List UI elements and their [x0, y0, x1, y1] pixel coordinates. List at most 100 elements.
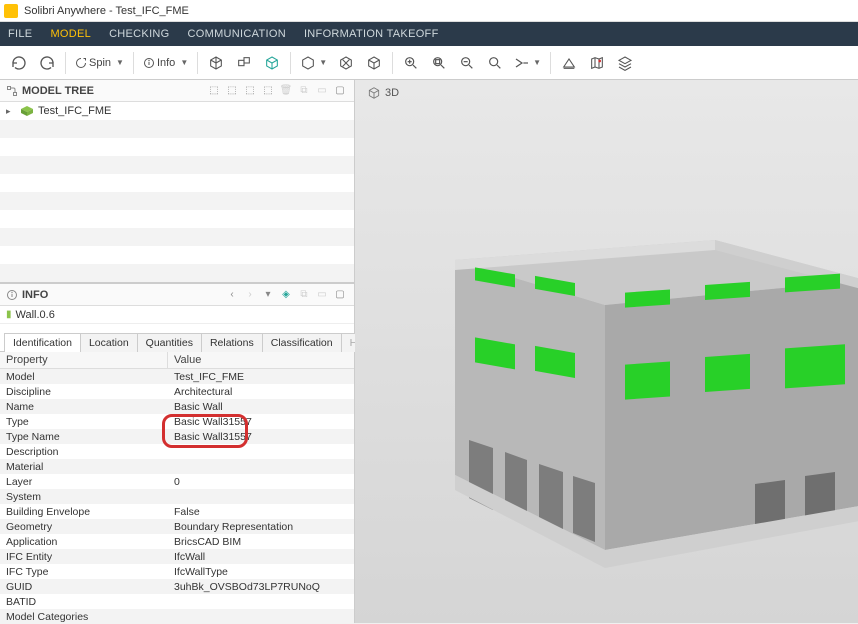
property-row[interactable]: BATID — [0, 594, 354, 609]
tree-node-root[interactable]: ▸ Test_IFC_FME — [0, 102, 354, 120]
property-value: IfcWall — [168, 551, 354, 563]
property-row[interactable]: IFC EntityIfcWall — [0, 549, 354, 564]
model-tree-content[interactable]: ▸ Test_IFC_FME — [0, 102, 354, 282]
toolbar-separator — [133, 52, 134, 74]
section-icon[interactable] — [556, 50, 582, 76]
zoom-window-icon[interactable] — [482, 50, 508, 76]
toolbar-separator — [392, 52, 393, 74]
toolbar-separator — [65, 52, 66, 74]
property-value: 0 — [168, 476, 354, 488]
wireframe-icon[interactable] — [361, 50, 387, 76]
property-value: Boundary Representation — [168, 521, 354, 533]
trash-icon[interactable]: 🗑 — [278, 83, 294, 99]
property-name: BATID — [0, 596, 168, 608]
toolbar-separator — [197, 52, 198, 74]
tree-btn-2[interactable]: ⬚ — [224, 83, 240, 99]
viewport-3d[interactable]: 3D — [355, 80, 858, 623]
spin-label: Spin — [89, 57, 111, 69]
info-selected-row: ▮ Wall.0.6 — [0, 306, 354, 324]
info-selected-label: Wall.0.6 — [16, 309, 55, 321]
window-icon[interactable]: ▭ — [314, 83, 330, 99]
property-row[interactable]: ModelTest_IFC_FME — [0, 369, 354, 384]
info-panel: INFO ‹ › ▾ ◈ ⧉ ▭ ▢ ▮ Wall.0.6 Identifica… — [0, 283, 354, 624]
tab-identification[interactable]: Identification — [4, 333, 81, 352]
cube-select-icon[interactable] — [203, 50, 229, 76]
copy-icon[interactable]: ⧉ — [296, 287, 312, 303]
chevron-down-icon: ▼ — [319, 58, 327, 67]
model-icon — [20, 105, 34, 117]
map-icon[interactable] — [584, 50, 610, 76]
model-tree-toolbar: ⬚ ⬚ ⬚ ⬚ 🗑 ⧉ ▭ ▢ — [206, 83, 348, 99]
menu-checking[interactable]: CHECKING — [109, 28, 169, 40]
app-icon — [4, 4, 18, 18]
property-name: Type — [0, 416, 168, 428]
menu-information-takeoff[interactable]: INFORMATION TAKEOFF — [304, 28, 439, 40]
expand-icon[interactable]: ▸ — [6, 106, 16, 117]
cube-cross-icon[interactable] — [333, 50, 359, 76]
tree-btn-4[interactable]: ⬚ — [260, 83, 276, 99]
chevron-down-icon[interactable]: ▾ — [260, 287, 276, 303]
copy-icon[interactable]: ⧉ — [296, 83, 312, 99]
viewport-title-bar: 3D — [367, 86, 399, 100]
property-table[interactable]: Property Value ModelTest_IFC_FMEDiscipli… — [0, 352, 354, 624]
tab-relations[interactable]: Relations — [201, 333, 263, 352]
property-value: Test_IFC_FME — [168, 371, 354, 383]
menu-communication[interactable]: COMMUNICATION — [188, 28, 286, 40]
property-row[interactable]: Description — [0, 444, 354, 459]
tab-quantities[interactable]: Quantities — [137, 333, 202, 352]
chevron-down-icon: ▼ — [180, 58, 188, 67]
cube-teal-icon[interactable] — [259, 50, 285, 76]
property-name: IFC Type — [0, 566, 168, 578]
cube-green-icon[interactable]: ◈ — [278, 287, 294, 303]
layers-icon[interactable] — [612, 50, 638, 76]
info-title: INFO — [22, 289, 220, 301]
property-name: Building Envelope — [0, 506, 168, 518]
menu-bar: FILE MODEL CHECKING COMMUNICATION INFORM… — [0, 22, 858, 46]
cubes-icon[interactable] — [231, 50, 257, 76]
property-row[interactable]: ApplicationBricsCAD BIM — [0, 534, 354, 549]
property-row[interactable]: DisciplineArchitectural — [0, 384, 354, 399]
window-icon[interactable]: ▭ — [314, 287, 330, 303]
property-row[interactable]: NameBasic Wall — [0, 399, 354, 414]
property-row[interactable]: IFC TypeIfcWallType — [0, 564, 354, 579]
property-name: Discipline — [0, 386, 168, 398]
col-property[interactable]: Property — [0, 352, 168, 368]
property-name: System — [0, 491, 168, 503]
measure-icon[interactable]: ▼ — [510, 50, 545, 76]
maximize-icon[interactable]: ▢ — [332, 287, 348, 303]
toolbar: Spin ▼ Info ▼ ▼ ▼ — [0, 46, 858, 80]
maximize-icon[interactable]: ▢ — [332, 83, 348, 99]
tab-classification[interactable]: Classification — [262, 333, 342, 352]
tree-icon — [6, 85, 18, 97]
info-button[interactable]: Info ▼ — [139, 50, 192, 76]
property-row[interactable]: TypeBasic Wall31557 — [0, 414, 354, 429]
spin-button[interactable]: Spin ▼ — [71, 50, 128, 76]
property-row[interactable]: GUID3uhBk_OVSBOd73LP7RUNoQ — [0, 579, 354, 594]
property-name: Name — [0, 401, 168, 413]
col-value[interactable]: Value — [168, 352, 354, 368]
property-row[interactable]: Type NameBasic Wall31557 — [0, 429, 354, 444]
property-value: 3uhBk_OVSBOd73LP7RUNoQ — [168, 581, 354, 593]
viewport-title: 3D — [385, 87, 399, 99]
property-row[interactable]: GeometryBoundary Representation — [0, 519, 354, 534]
zoom-out-icon[interactable] — [454, 50, 480, 76]
property-row[interactable]: Building EnvelopeFalse — [0, 504, 354, 519]
property-row[interactable]: System — [0, 489, 354, 504]
menu-model[interactable]: MODEL — [50, 28, 91, 40]
undo-button[interactable] — [6, 50, 32, 76]
redo-button[interactable] — [34, 50, 60, 76]
tab-location[interactable]: Location — [80, 333, 138, 352]
tree-btn-1[interactable]: ⬚ — [206, 83, 222, 99]
nav-fwd-icon[interactable]: › — [242, 287, 258, 303]
menu-file[interactable]: FILE — [8, 28, 32, 40]
building-model[interactable] — [405, 230, 858, 590]
tree-node-label: Test_IFC_FME — [38, 105, 111, 117]
zoom-fit-icon[interactable] — [426, 50, 452, 76]
property-row[interactable]: Model Categories — [0, 609, 354, 624]
cube-drop-icon[interactable]: ▼ — [296, 50, 331, 76]
zoom-in-icon[interactable] — [398, 50, 424, 76]
property-row[interactable]: Material — [0, 459, 354, 474]
tree-btn-3[interactable]: ⬚ — [242, 83, 258, 99]
property-row[interactable]: Layer0 — [0, 474, 354, 489]
nav-back-icon[interactable]: ‹ — [224, 287, 240, 303]
